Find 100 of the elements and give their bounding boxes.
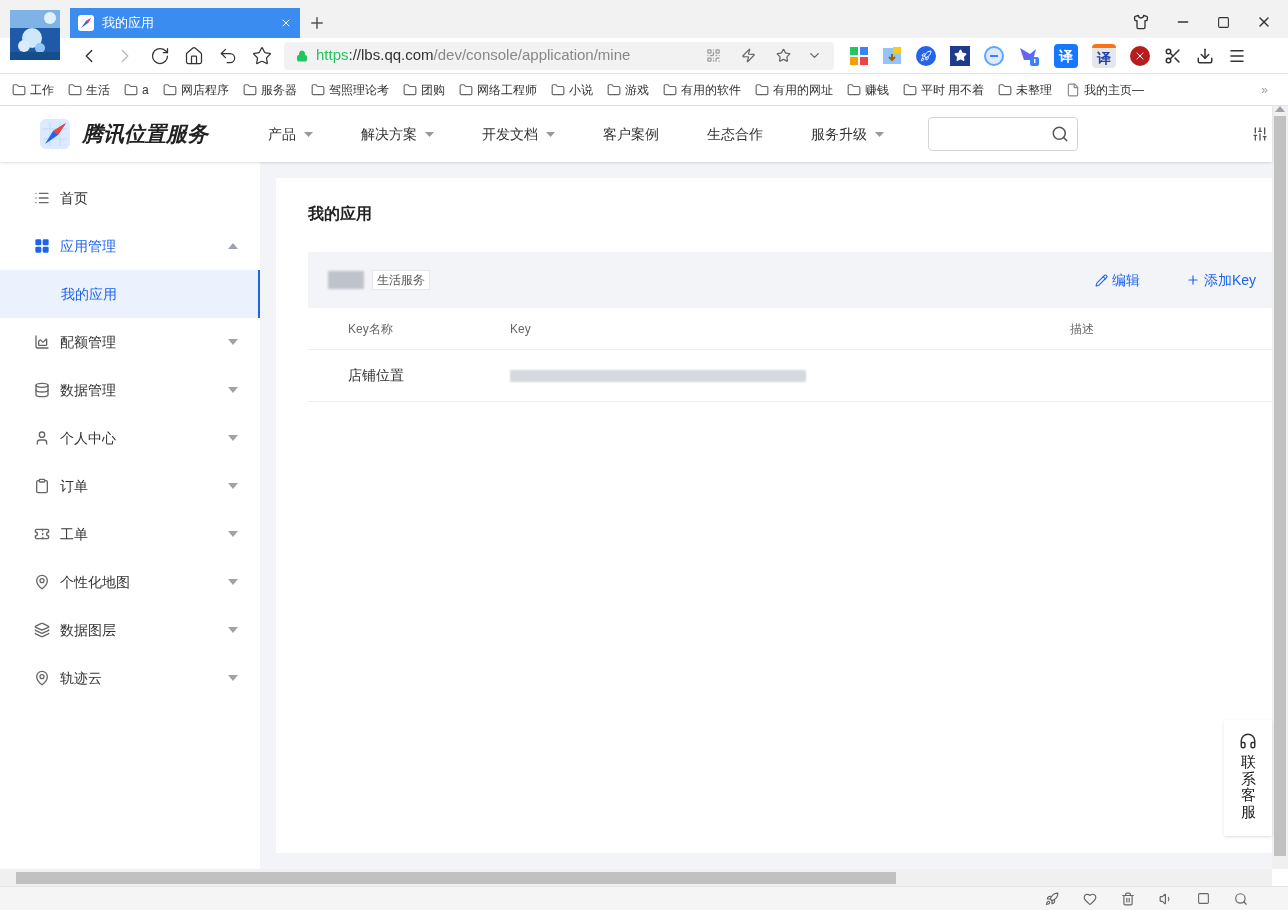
vertical-scrollbar[interactable] [1272, 106, 1288, 869]
horizontal-scrollbar[interactable] [0, 869, 1272, 886]
nav-item[interactable]: 开发文档 [482, 123, 555, 145]
reload-icon[interactable] [150, 45, 170, 66]
nav-item[interactable]: 服务升级 [811, 123, 884, 145]
nav-item[interactable]: 产品 [268, 123, 313, 145]
rocket-icon[interactable] [1045, 891, 1059, 906]
brand-name[interactable]: 腾讯位置服务 [82, 118, 208, 150]
rocket-icon[interactable] [916, 45, 936, 66]
tiles-icon[interactable] [850, 46, 868, 65]
support-label: 联系客服 [1240, 754, 1256, 820]
star-icon[interactable] [252, 45, 272, 66]
map-pin-icon [34, 670, 50, 686]
category-tag: 生活服务 [372, 270, 430, 290]
bookmark[interactable]: 有用的网址 [754, 80, 833, 99]
search-field[interactable] [928, 117, 1078, 151]
bookmark[interactable]: 驾照理论考 [310, 80, 389, 99]
add-key-button[interactable]: 添加Key [1185, 269, 1256, 291]
translate-icon[interactable]: 译 [1092, 43, 1116, 68]
compass-icon [78, 15, 94, 31]
scroll-up-icon [1275, 106, 1285, 112]
sidebar-item[interactable]: 订单 [0, 462, 260, 510]
ticket-icon [34, 526, 50, 542]
folder-icon [458, 82, 473, 97]
bookmark[interactable]: 平时 用不着 [902, 80, 985, 99]
file-icon [1066, 82, 1081, 97]
bookmark[interactable]: 服务器 [242, 80, 297, 99]
folder-icon [606, 82, 621, 97]
table-cell-text: 店铺位置 [347, 366, 405, 385]
shirt-icon[interactable] [1133, 14, 1149, 30]
caret-down-icon [228, 579, 238, 585]
scissors-icon[interactable] [1164, 46, 1182, 65]
caret-down-icon [228, 435, 238, 441]
sidebar-item[interactable]: 首页 [0, 174, 260, 222]
folder-icon [998, 82, 1013, 97]
folder-icon [902, 82, 917, 97]
bookmark[interactable]: 网络工程师 [458, 80, 537, 99]
bookmark[interactable]: 工作 [12, 80, 54, 99]
pencil-icon [1094, 273, 1108, 287]
sidebar-item[interactable]: 数据管理 [0, 366, 260, 414]
sidebar-item[interactable]: 工单 [0, 510, 260, 558]
url-text: https://lbs.qq.com/dev/console/application/mine [316, 45, 632, 66]
caret-down-icon [228, 339, 238, 345]
map-pin-icon [34, 574, 50, 590]
star-icon[interactable] [776, 48, 791, 63]
chart-icon [34, 334, 50, 350]
bookmark[interactable]: 赚钱 [846, 80, 889, 99]
bookmark[interactable]: 游戏 [606, 80, 649, 99]
stop-icon[interactable] [1130, 45, 1150, 66]
caret-down-icon [228, 531, 238, 537]
caret-down-icon [304, 131, 313, 137]
lock-icon [296, 49, 308, 62]
folder-icon [162, 82, 177, 97]
address-bar[interactable]: https://lbs.qq.com/dev/console/application/mine [284, 41, 834, 70]
home-icon[interactable] [184, 45, 204, 66]
support-widget[interactable]: 联系客服 [1224, 720, 1272, 836]
sidebar-item[interactable]: 应用管理 [0, 222, 260, 270]
nav-item[interactable]: 生态合作 [707, 123, 763, 145]
sliders-icon[interactable] [1252, 126, 1268, 142]
bookmark[interactable]: 生活 [68, 80, 110, 99]
column-header: Key名称 [347, 320, 394, 338]
maximize-icon[interactable] [1217, 15, 1230, 29]
window-icon[interactable] [1197, 892, 1210, 905]
edit-button[interactable]: 编辑 [1094, 269, 1140, 291]
blurred-app-name [328, 271, 364, 289]
bookmark[interactable]: 小说 [550, 80, 593, 99]
caret-down-icon [228, 627, 238, 633]
nav-item[interactable]: 客户案例 [603, 123, 659, 145]
user-icon [34, 430, 50, 446]
sidebar-item[interactable]: 配额管理 [0, 318, 260, 366]
trash-icon[interactable] [1121, 891, 1135, 906]
caret-down-icon [875, 131, 884, 137]
lightning-icon[interactable] [741, 48, 756, 63]
caret-down-icon [228, 483, 238, 489]
clipboard-icon [34, 478, 50, 494]
caret-down-icon [546, 131, 555, 137]
new-tab-icon[interactable] [308, 14, 326, 32]
bookmark[interactable]: a [124, 80, 149, 99]
sidebar-subitem[interactable]: 我的应用 [0, 270, 260, 318]
photo-icon[interactable] [882, 45, 902, 66]
heart-icon[interactable] [1083, 891, 1097, 906]
sidebar-item[interactable]: 轨迹云 [0, 654, 260, 702]
search-icon[interactable] [1051, 125, 1069, 143]
sidebar-item[interactable]: 个人中心 [0, 414, 260, 462]
bookmark[interactable]: 未整理 [998, 80, 1053, 99]
search-icon[interactable] [1234, 891, 1248, 906]
bookmark[interactable]: 网店程序 [162, 80, 229, 99]
bookmark[interactable]: 我的主页— [1066, 80, 1145, 99]
nav-item[interactable]: 解决方案 [361, 123, 434, 145]
download-icon[interactable] [1196, 46, 1214, 65]
sidebar-item[interactable]: 个性化地图 [0, 558, 260, 606]
grid-icon [34, 238, 50, 254]
bookmark[interactable]: 有用的软件 [662, 80, 741, 99]
tab-title: 我的应用 [102, 14, 155, 33]
translate-icon[interactable]: 译 [1054, 43, 1078, 68]
sidebar-item[interactable]: 数据图层 [0, 606, 260, 654]
page-title: 我的应用 [308, 204, 373, 224]
headset-icon [1239, 732, 1257, 750]
minus-icon[interactable] [984, 45, 1004, 66]
bookmark[interactable]: 团购 [402, 80, 445, 99]
